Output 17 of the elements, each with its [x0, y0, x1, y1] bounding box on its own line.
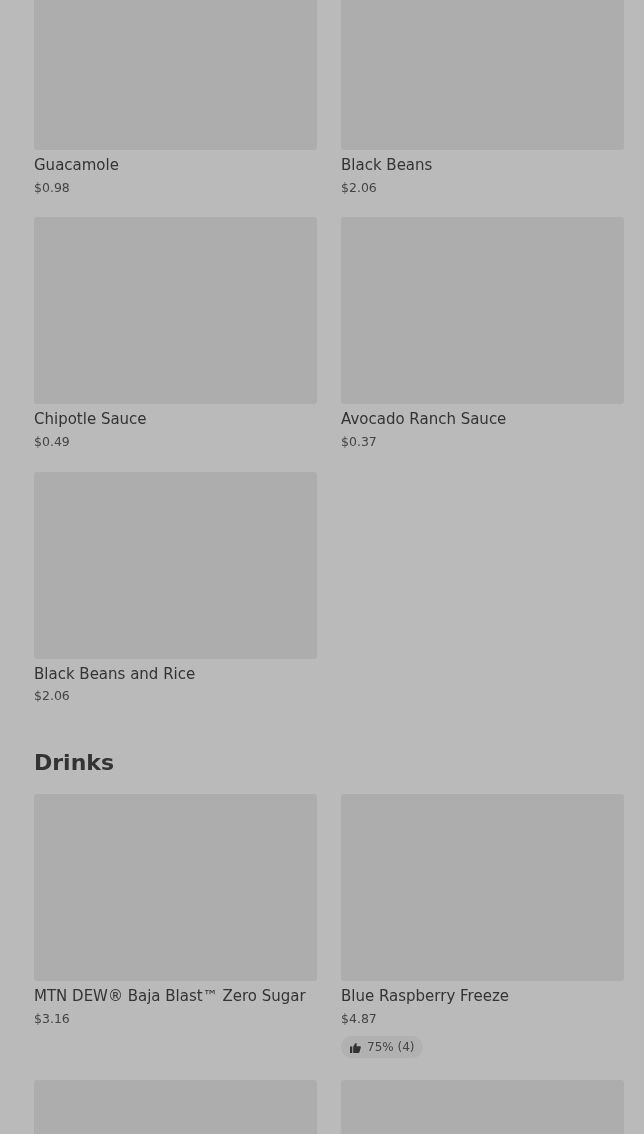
rating-text: 75% (4) [367, 1039, 415, 1057]
product-price: $2.06 [341, 178, 378, 197]
product-name[interactable]: Guacamole [34, 156, 317, 176]
product-name[interactable]: MTN DEW® Baja Blast™ Zero Sugar [34, 987, 317, 1007]
product-price: $0.37 [341, 432, 378, 451]
product-price: $3.16 [34, 1009, 71, 1028]
product-name[interactable]: Black Beans and Rice [34, 664, 317, 684]
product-price: $2.06 [34, 687, 71, 705]
section-heading: Drinks [34, 749, 116, 777]
product-price: $0.49 [34, 432, 71, 451]
product-name[interactable]: Chipotle Sauce [34, 410, 317, 430]
product-name[interactable]: Black Beans [341, 156, 624, 176]
thumbs-up-icon [350, 1041, 361, 1053]
product-price: $0.98 [34, 178, 71, 197]
product-price: $4.87 [341, 1009, 378, 1028]
product-name[interactable]: Blue Raspberry Freeze [341, 987, 624, 1007]
product-name[interactable]: Avocado Ranch Sauce [341, 410, 624, 430]
